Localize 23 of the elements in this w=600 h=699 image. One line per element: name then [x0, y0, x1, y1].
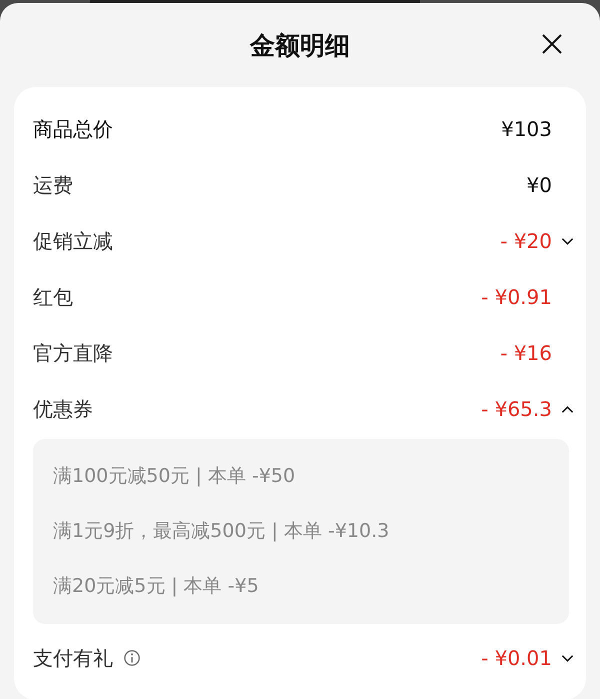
row-label: 优惠券	[33, 396, 93, 422]
row-label: 官方直降	[33, 340, 113, 366]
coupon-detail: 满100元减50元 | 本单 -¥50	[53, 464, 296, 489]
amount-value: ¥0	[526, 173, 552, 197]
coupon-detail: 满1元9折，最高减500元 | 本单 -¥10.3	[53, 519, 390, 544]
row-label: 支付有礼	[33, 644, 113, 672]
amount-value: - ¥20	[500, 229, 552, 253]
coupon-detail: 满20元减5元 | 本单 -¥5	[53, 574, 260, 599]
row-label: 红包	[33, 284, 73, 310]
row-label: 运费	[33, 172, 73, 198]
row-label: 促销立减	[33, 228, 113, 254]
amount-value: - ¥0.01	[481, 646, 552, 670]
caret-icon[interactable]	[561, 404, 574, 414]
row-label: 商品总价	[33, 116, 113, 142]
close-icon[interactable]	[540, 32, 564, 56]
amount-value: - ¥16	[500, 341, 552, 365]
sheet-title: 金额明细	[250, 30, 350, 62]
amount-value: ¥103	[501, 117, 552, 141]
amount-value: - ¥0.91	[481, 285, 552, 309]
info-icon[interactable]	[123, 649, 141, 667]
caret-icon[interactable]	[561, 654, 574, 662]
amount-value: - ¥65.3	[481, 397, 552, 421]
caret-icon[interactable]	[561, 236, 574, 246]
